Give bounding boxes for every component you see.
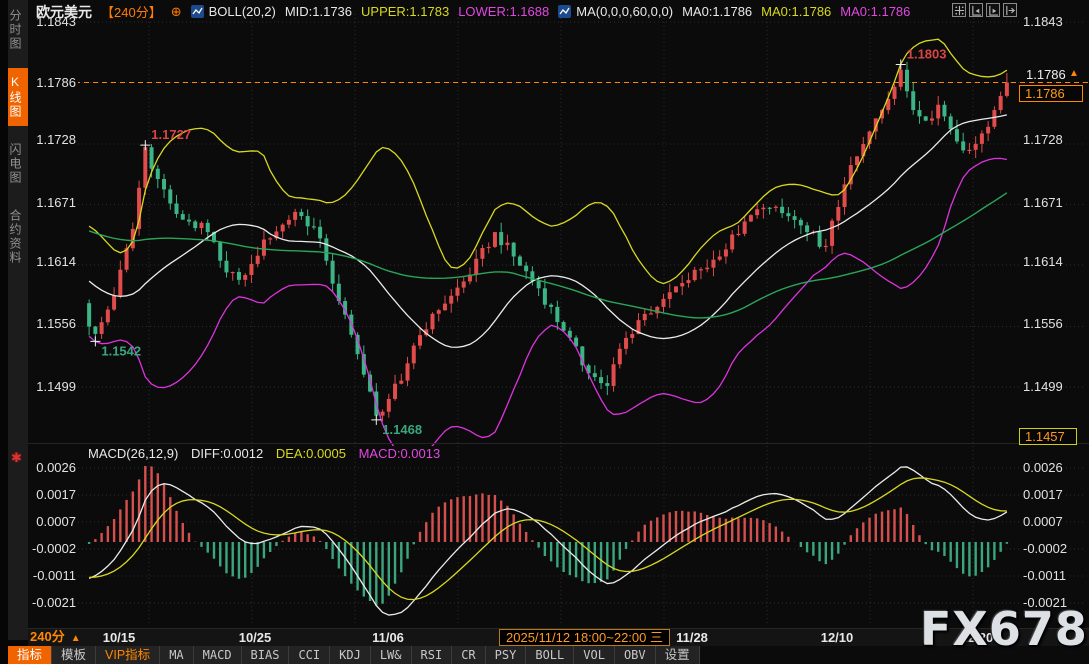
macd-tick-right: -0.0002 [1021, 541, 1069, 556]
boll-lower-line [89, 158, 1007, 459]
macd-tick-left: 0.0017 [30, 487, 78, 502]
zoom-in-x-button[interactable] [986, 3, 1000, 17]
boll-chart-thumb-icon [191, 5, 204, 18]
macd-diff-value: DIFF:0.0012 [191, 446, 263, 461]
price-tick-right: 1.1556 [1021, 316, 1065, 331]
ma-chart-thumb-icon [558, 5, 571, 18]
price-tick-right: 1.1728 [1021, 132, 1065, 147]
timeframe-selector[interactable]: 240分 ▲ [30, 629, 81, 647]
add-indicator-icon[interactable]: ⊕ [171, 4, 182, 20]
macd-histogram [89, 466, 1007, 615]
price-annotation: 1.1727 [151, 127, 191, 142]
panel-divider [28, 443, 1089, 444]
price-tick-right: 1.1671 [1021, 195, 1065, 210]
price-tick-left: 1.1786 [30, 75, 78, 90]
candlestick-series [87, 62, 1009, 422]
macd-tick-left: -0.0011 [30, 568, 78, 583]
price-chart-canvas[interactable]: 1.1727 1.1803 1.1542 1.1468 [0, 0, 1089, 664]
macd-dea-value: DEA:0.0005 [276, 446, 346, 461]
price-tick-left: 1.1671 [30, 195, 78, 210]
tab-rsi[interactable]: RSI [412, 646, 453, 664]
boll-mid-value: MID:1.1736 [285, 4, 352, 19]
last-price-label: 1.1786 [1024, 67, 1068, 82]
overlay-lines [89, 39, 1007, 460]
chart-header: 欧元美元 【240分】 ⊕ BOLL(20,2) MID:1.1736 UPPE… [36, 3, 919, 20]
price-tick-right: 1.1499 [1021, 379, 1065, 394]
macd-tick-left: 0.0026 [30, 460, 78, 475]
date-tick: 11/28 [676, 630, 708, 646]
left-sidebar: 分时图 K线图 闪电图 合约资料 [0, 0, 28, 664]
period-label: 【240分】 [101, 2, 162, 21]
ma-indicator-name: MA(0,0,0,60,0,0) [576, 4, 673, 19]
price-tick-left: 1.1614 [30, 254, 78, 269]
tab-bias[interactable]: BIAS [242, 646, 290, 664]
tab-lw[interactable]: LW& [371, 646, 412, 664]
tab-indicator[interactable]: 指标 [8, 646, 52, 664]
macd-indicator-name: MACD(26,12,9) [88, 446, 178, 461]
zoom-out-x-button[interactable] [969, 3, 983, 17]
macd-tick-right: 0.0017 [1021, 487, 1065, 502]
tab-settings[interactable]: 设置 [656, 646, 700, 664]
extreme-cross-marker [896, 59, 906, 69]
tab-macd[interactable]: MACD [194, 646, 242, 664]
tab-vol[interactable]: VOL [574, 646, 615, 664]
boll-upper-value: UPPER:1.1783 [361, 4, 449, 19]
macd-tick-left: -0.0021 [30, 595, 78, 610]
price-tick-left: 1.1499 [30, 379, 78, 394]
price-annotation: 1.1468 [382, 422, 422, 437]
sidebar-item-lightning-chart[interactable]: 闪电图 [8, 136, 28, 192]
tab-template[interactable]: 模板 [52, 646, 96, 664]
macd-tick-left: 0.0007 [30, 514, 78, 529]
date-tick: 11/06 [372, 630, 404, 646]
current-price-badge: 1.1786 [1019, 85, 1083, 102]
date-tick: 10/15 [103, 630, 136, 646]
tab-ma[interactable]: MA [160, 646, 193, 664]
price-annotation: 1.1803 [907, 46, 947, 61]
sidebar-item-kline-chart[interactable]: K线图 [8, 68, 28, 126]
sidebar-item-contract-info[interactable]: 合约资料 [8, 202, 28, 272]
boll-upper-line [89, 39, 1007, 283]
alarm-icon[interactable]: ✱ [11, 450, 22, 466]
tab-vip-indicator[interactable]: VIP指标 [96, 646, 160, 664]
tab-cr[interactable]: CR [452, 646, 485, 664]
price-up-arrow-icon: ▲ [1069, 68, 1079, 79]
price-tick-right: 1.1843 [1021, 14, 1065, 29]
chart-toolbar [952, 3, 1017, 17]
price-tick-right: 1.1614 [1021, 254, 1065, 269]
symbol-title: 欧元美元 [36, 2, 92, 22]
macd-value: MACD:0.0013 [359, 446, 441, 461]
boll-lower-value: LOWER:1.1688 [458, 4, 549, 19]
macd-tick-right: 0.0007 [1021, 514, 1065, 529]
tab-boll[interactable]: BOLL [526, 646, 574, 664]
tab-kdj[interactable]: KDJ [330, 646, 371, 664]
macd-tick-right: 0.0026 [1021, 460, 1065, 475]
timeframe-up-arrow-icon: ▲ [71, 633, 81, 644]
trading-app-window: 1.1727 1.1803 1.1542 1.1468 欧元美元 【240分】 ⊕ B… [0, 0, 1089, 664]
tab-psy[interactable]: PSY [486, 646, 527, 664]
price-tick-left: 1.1556 [30, 316, 78, 331]
move-crosshair-button[interactable] [952, 3, 966, 17]
pan-right-button[interactable] [1003, 3, 1017, 17]
selected-candle-datetime: 2025/11/12 18:00~22:00 三 [499, 629, 670, 646]
indicator-tabbar: 指标 模板 VIP指标 MA MACD BIAS CCI KDJ LW& RSI… [8, 646, 700, 664]
boll-indicator-name: BOLL(20,2) [209, 4, 276, 19]
date-tick: 10/25 [239, 630, 272, 646]
sidebar-item-time-chart[interactable]: 分时图 [8, 2, 28, 58]
ma0-white-value: MA0:1.1786 [682, 4, 752, 19]
ma0-magenta-value: MA0:1.1786 [840, 4, 910, 19]
tab-obv[interactable]: OBV [615, 646, 656, 664]
ma0-yellow-value: MA0:1.1786 [761, 4, 831, 19]
boll-mid-line [89, 115, 1007, 347]
fx678-watermark: FX678 [920, 602, 1088, 656]
macd-tick-right: -0.0011 [1021, 568, 1068, 583]
price-tick-left: 1.1728 [30, 132, 78, 147]
tab-cci[interactable]: CCI [289, 646, 330, 664]
price-annotation: 1.1542 [101, 343, 141, 358]
low-price-badge: 1.1457 [1019, 428, 1077, 445]
macd-header: MACD(26,12,9) DIFF:0.0012 DEA:0.0005 MAC… [88, 446, 449, 461]
timeframe-label: 240分 [30, 629, 65, 644]
macd-tick-left: -0.0002 [30, 541, 78, 556]
extreme-cross-marker [140, 140, 150, 150]
date-tick: 12/10 [821, 630, 854, 646]
